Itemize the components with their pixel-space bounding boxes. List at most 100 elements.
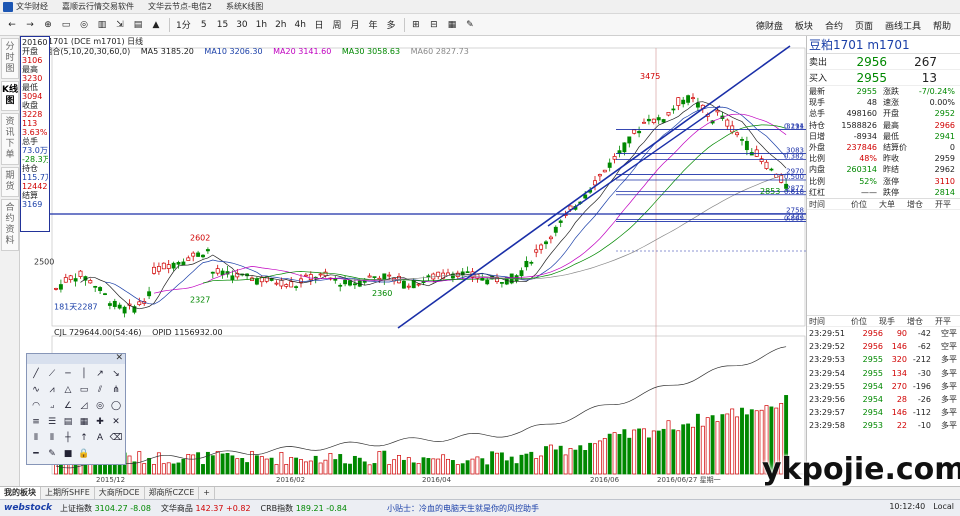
bid-row[interactable]: 买入 2955 13 [807,70,960,86]
tab-my-sector[interactable]: 我的板块 [0,487,41,499]
period-year-button[interactable]: 年 [365,16,381,34]
volume-bar [406,457,411,475]
period-day-button[interactable]: 日 [311,16,327,34]
tab-news-order[interactable]: 资讯下单 [1,113,19,165]
up-arrow-tool-icon[interactable]: ↑ [76,430,92,446]
kline-chart-svg[interactable]: 32140.19130830.38229700.50028770.6182758… [20,36,806,486]
gann-tool-icon[interactable]: ◿ [76,398,92,414]
band-tool-icon[interactable]: ▤ [60,414,76,430]
close-icon[interactable]: ✕ [115,353,123,363]
tab-kline[interactable]: K线图 [1,81,19,111]
zigzag-tool-icon[interactable]: ⩘ [44,382,60,398]
ask-row[interactable]: 卖出 2956 267 [807,54,960,70]
mark-tool-icon[interactable]: ✕ [108,414,124,430]
tab-timeshare[interactable]: 分时图 [1,38,19,79]
forward-button[interactable]: → [22,16,38,34]
period-15min-button[interactable]: 15 [214,16,231,34]
menu-decaipan[interactable]: 德财盘 [753,16,786,34]
bars-tool-icon[interactable]: ⦀ [28,430,44,446]
index-shanghai[interactable]: 上证指数 3104.27 -8.08 [60,503,151,514]
tick-row[interactable]: 23:29:58 2953 22 -10 多平 [807,419,960,432]
eraser-tool-icon[interactable]: ⌫ [108,430,124,446]
menu-contract[interactable]: 合约 [822,16,846,34]
tick-row[interactable]: 23:29:55 2954 270 -196 多平 [807,380,960,393]
period-week-button[interactable]: 周 [329,16,345,34]
period-tool-icon[interactable]: ┼ [60,430,76,446]
tab-dce[interactable]: 大商所DCE [95,487,145,499]
zoom-icon[interactable]: ⊕ [40,16,56,34]
box-tool-icon[interactable]: ▦ [76,414,92,430]
hline-tool-icon[interactable]: ─ [60,366,76,382]
cross-tool-icon[interactable]: ✚ [92,414,108,430]
window-icon[interactable]: ▭ [58,16,74,34]
color-tool-icon[interactable]: ■ [60,446,76,462]
vline-tool-icon[interactable]: │ [76,366,92,382]
period-5min-button[interactable]: 5 [196,16,212,34]
cycle-tool-icon[interactable]: ◎ [92,398,108,414]
tick-row[interactable]: 23:29:54 2955 134 -30 多平 [807,367,960,380]
tab-futures[interactable]: 期货 [1,167,19,197]
rect-tool-icon[interactable]: ▭ [76,382,92,398]
list-icon[interactable]: ▤ [130,16,146,34]
arrow-tool-icon[interactable]: ↗ [92,366,108,382]
up-icon[interactable]: ▲ [148,16,164,34]
text-tool-icon[interactable]: A [92,430,108,446]
lock-tool-icon[interactable]: 🔒 [76,446,92,462]
tick-row[interactable]: 23:29:57 2954 146 -112 多平 [807,406,960,419]
period-2h-button[interactable]: 2h [272,16,289,34]
index-wenhua[interactable]: 文华商品 142.37 +0.82 [161,503,251,514]
tab-shfe[interactable]: 上期所SHFE [41,487,95,499]
tick-row[interactable]: 23:29:53 2955 320 -212 多平 [807,353,960,366]
ellipse-tool-icon[interactable]: ◯ [108,398,124,414]
angle-tool-icon[interactable]: ∠ [60,398,76,414]
index-crb[interactable]: CRB指数 189.21 -0.84 [261,503,347,514]
volume-bar [602,438,607,475]
palette-header[interactable]: ✕ [27,353,125,364]
fib-tool-icon[interactable]: ≡ [28,414,44,430]
fib-ext-tool-icon[interactable]: ☰ [44,414,60,430]
period-1min-button[interactable]: 1分 [173,16,194,34]
tick-row[interactable]: 23:29:56 2954 28 -26 多平 [807,393,960,406]
menu-help[interactable]: 帮助 [930,16,954,34]
arc-tool-icon[interactable]: ◠ [28,398,44,414]
period-30min-button[interactable]: 30 [233,16,250,34]
kline-chart[interactable]: 3214 0.191 3083 0.382 2970 0.500 2877 0.618 2758… [20,36,806,486]
menu-page[interactable]: 页面 [852,16,876,34]
tick-row[interactable]: 23:29:52 2956 146 -62 空平 [807,340,960,353]
period-multi-button[interactable]: 多 [383,16,399,34]
expand-icon[interactable]: ⇲ [112,16,128,34]
fan-tool-icon[interactable]: ⟓ [44,398,60,414]
zoom-out-icon[interactable]: ⊟ [426,16,442,34]
drawing-tool-palette[interactable]: ✕ ╱ ⟋ ─ │ ↗ ↘ ∿ ⩘ △ ▭ ⫽ ⋔ ◠ ⟓ ∠ ◿ ◎ ◯ ≡ … [26,353,126,465]
draw-icon[interactable]: ✎ [462,16,478,34]
tick-list[interactable]: 时间 价位 现手 增仓 开平 23:29:51 2956 90 -42 空平 23:29:… [807,315,960,433]
wave-tool-icon[interactable]: ∿ [28,382,44,398]
data-window-label: 开盘 [22,47,38,56]
ma-legend-item: MA30 3058.63 [341,47,401,56]
menu-draw-tools[interactable]: 画线工具 [882,16,924,34]
channel-tool-icon[interactable]: ⫽ [92,382,108,398]
zoom-in-icon[interactable]: ⊞ [408,16,424,34]
date-axis-label: 2016/02 [276,476,305,484]
period-4h-button[interactable]: 4h [292,16,309,34]
grid-icon[interactable]: ▦ [444,16,460,34]
triangle-tool-icon[interactable]: △ [60,382,76,398]
pen-tool-icon[interactable]: ✎ [44,446,60,462]
volume-bar [171,463,176,475]
target-icon[interactable]: ◎ [76,16,92,34]
arrow-down-tool-icon[interactable]: ↘ [108,366,124,382]
tab-czce[interactable]: 郑商所CZCE [145,487,200,499]
tab-contract-info[interactable]: 合约资料 [1,199,19,251]
period-month-button[interactable]: 月 [347,16,363,34]
menu-sector[interactable]: 板块 [792,16,816,34]
ray-tool-icon[interactable]: ⟋ [44,366,60,382]
back-button[interactable]: ← [4,16,20,34]
period-1h-button[interactable]: 1h [253,16,270,34]
line-tool-icon[interactable]: ╱ [28,366,44,382]
tick-row[interactable]: 23:29:51 2956 90 -42 空平 [807,327,960,340]
line-style-icon[interactable]: ━ [28,446,44,462]
layout-icon[interactable]: ▥ [94,16,110,34]
tab-add[interactable]: + [199,487,215,499]
fork-tool-icon[interactable]: ⋔ [108,382,124,398]
bars2-tool-icon[interactable]: ⦀ [44,430,60,446]
